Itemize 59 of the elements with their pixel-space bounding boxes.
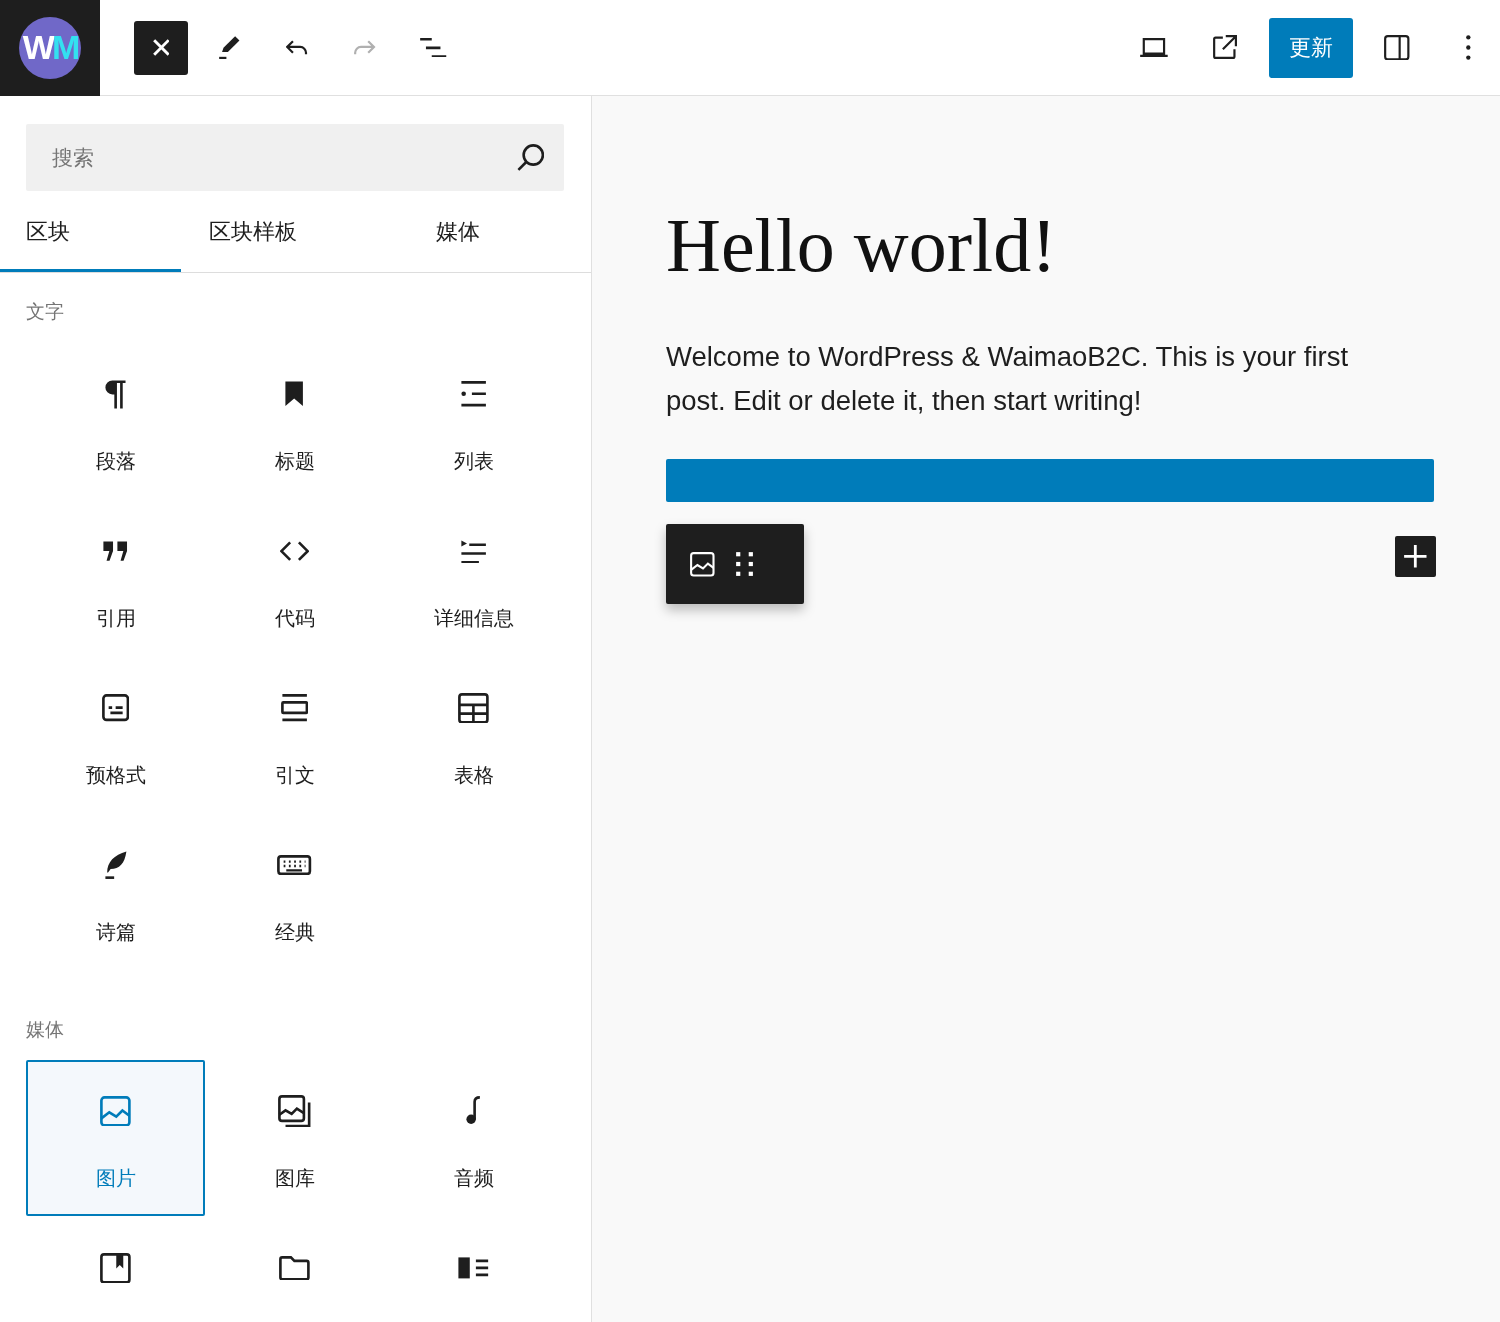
- search-field[interactable]: 搜索: [26, 124, 564, 191]
- image-icon: [100, 1095, 131, 1127]
- post-paragraph[interactable]: Welcome to WordPress & WaimaoB2C. This is your first post. Edit or delete it, then start writing!: [666, 335, 1406, 424]
- block-item[interactable]: 图片: [26, 1060, 205, 1216]
- image-block-button[interactable]: [690, 551, 715, 577]
- block-item[interactable]: 音频: [384, 1060, 563, 1216]
- image-block-bar[interactable]: [666, 459, 1434, 503]
- search-icon: [516, 144, 544, 172]
- block-item[interactable]: 代码: [205, 500, 384, 656]
- feather-icon: [103, 850, 128, 880]
- tab[interactable]: 区块: [0, 192, 181, 272]
- site-logo[interactable]: WM: [19, 16, 81, 79]
- sidebar-icon: [1384, 34, 1410, 61]
- block-item[interactable]: 图库: [205, 1060, 384, 1216]
- drag-handle[interactable]: [734, 551, 754, 578]
- close-icon: [152, 39, 170, 56]
- drag-icon: [734, 551, 754, 578]
- block-item[interactable]: 经典: [205, 814, 384, 970]
- table-icon: [458, 692, 489, 724]
- undo-icon: [286, 39, 308, 56]
- redo-icon: [354, 39, 376, 56]
- music-note-icon: [465, 1096, 482, 1126]
- folder-icon: [279, 1255, 310, 1281]
- block-item[interactable]: 引用: [26, 500, 205, 656]
- block-item[interactable]: 段落: [26, 343, 205, 499]
- bookmark-square-icon: [100, 1252, 131, 1284]
- list-view-icon: [418, 37, 448, 58]
- close-button[interactable]: [134, 20, 188, 75]
- tab[interactable]: 区块样板: [181, 192, 325, 272]
- block-item[interactable]: 表格: [384, 657, 563, 813]
- details-icon: [459, 538, 488, 564]
- image-icon: [690, 551, 715, 577]
- quote-icon: [102, 539, 129, 562]
- bookmark-icon: [284, 380, 305, 408]
- block-item[interactable]: 列表: [384, 343, 563, 499]
- keyboard-icon: [277, 854, 312, 876]
- preformatted-icon: [101, 694, 130, 722]
- pilcrow-icon: [104, 378, 127, 410]
- block-item[interactable]: 标题: [205, 343, 384, 499]
- pen-icon: [217, 35, 241, 60]
- code-icon: [279, 540, 309, 562]
- tab[interactable]: 媒体: [325, 192, 591, 272]
- gallery-icon: [278, 1094, 311, 1128]
- external-link-icon: [1212, 35, 1238, 60]
- block-item[interactable]: 预格式: [26, 657, 205, 813]
- list-icon: [459, 381, 488, 407]
- block-item[interactable]: 诗篇: [26, 814, 205, 970]
- section-heading: 媒体: [26, 1018, 65, 1041]
- plus-icon: [1403, 544, 1428, 569]
- laptop-icon: [1139, 38, 1169, 57]
- section-heading: 文字: [26, 300, 65, 323]
- pullquote-icon: [280, 694, 309, 722]
- more-icon: [1464, 34, 1472, 61]
- post-title[interactable]: Hello world!: [666, 200, 1057, 292]
- update-button[interactable]: 更新: [1269, 17, 1353, 78]
- media-text-icon: [457, 1256, 490, 1280]
- add-block-button[interactable]: [1395, 536, 1436, 578]
- block-item[interactable]: 引文: [205, 657, 384, 813]
- block-item[interactable]: 详细信息: [384, 500, 563, 656]
